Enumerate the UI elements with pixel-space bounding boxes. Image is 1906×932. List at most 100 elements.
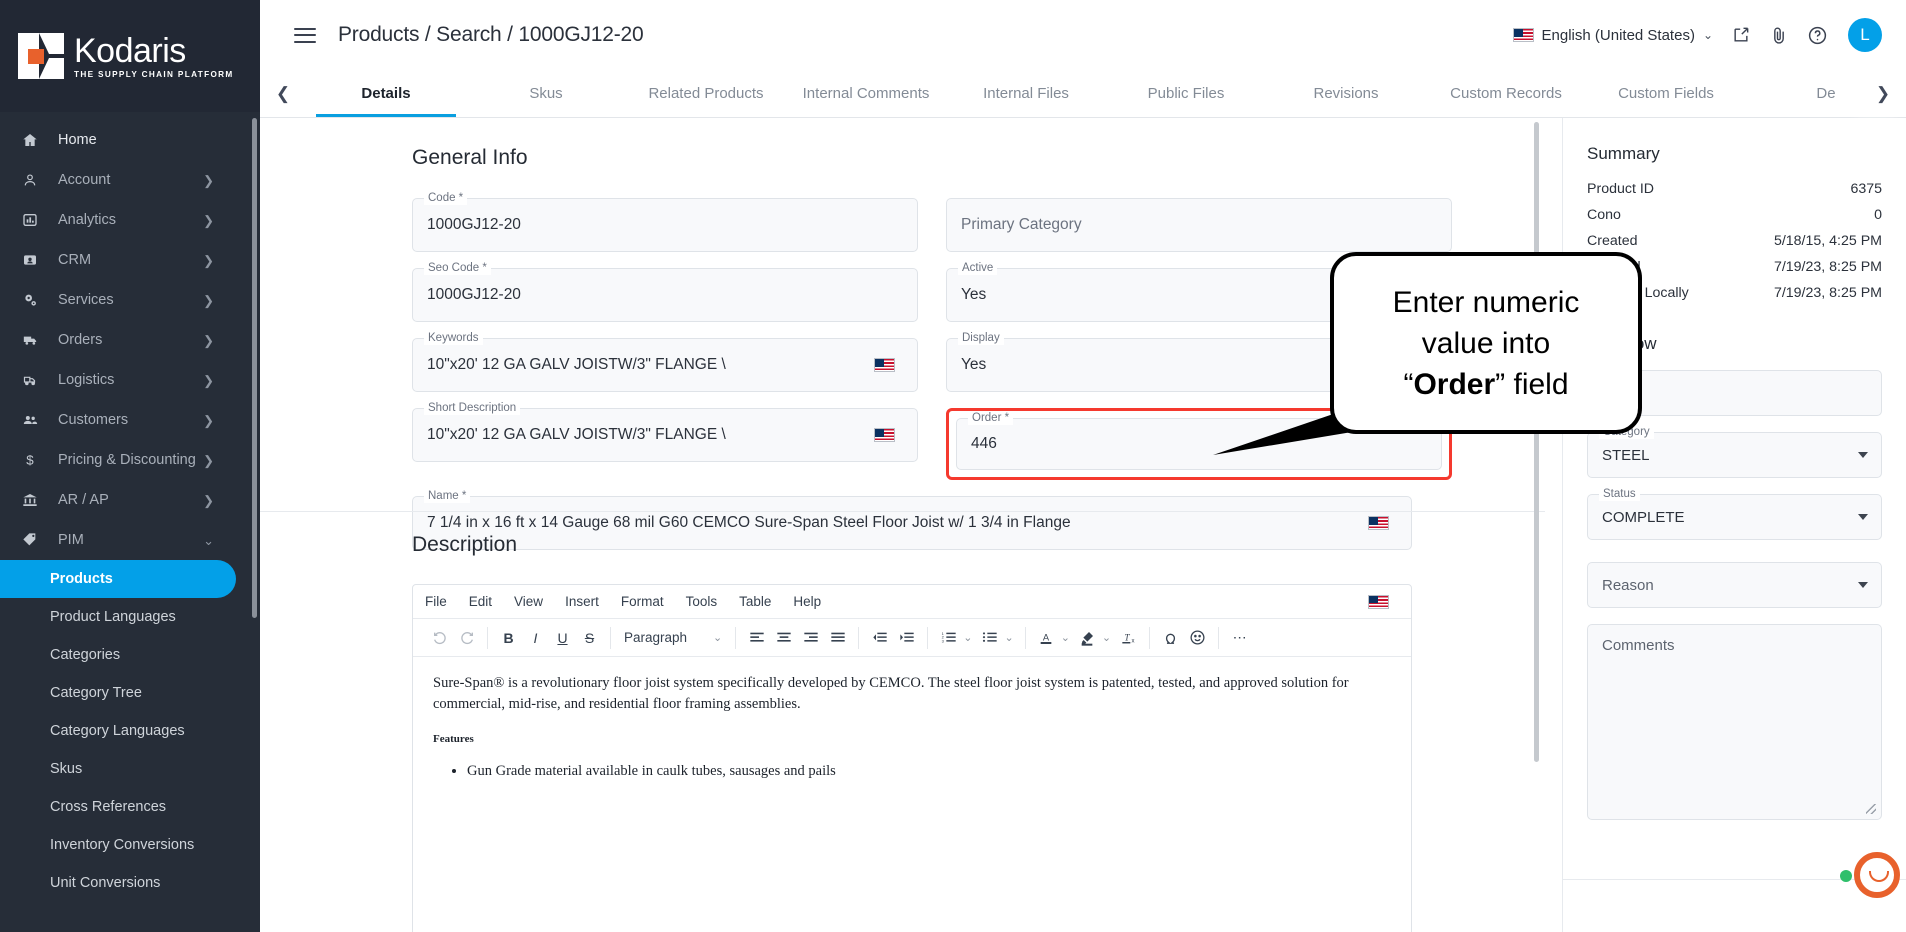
tab-custom-fields[interactable]: Custom Fields [1586, 70, 1746, 117]
chat-support-icon[interactable] [1854, 852, 1900, 898]
sidebar-item-skus[interactable]: Skus [0, 750, 236, 788]
workflow-blank-field[interactable] [1587, 370, 1882, 416]
primary-category-field[interactable]: Primary Category [946, 198, 1452, 252]
tab-skus[interactable]: Skus [466, 70, 626, 117]
underline-icon[interactable]: U [549, 626, 576, 650]
sidebar-item-home[interactable]: Home [0, 120, 236, 160]
tab-internal-comments[interactable]: Internal Comments [786, 70, 946, 117]
us-flag-icon[interactable] [1368, 594, 1389, 609]
decrease-indent-icon[interactable] [866, 626, 893, 650]
paragraph-style-select[interactable]: Paragraph ⌄ [618, 630, 728, 645]
seo-code-field[interactable]: Seo Code * 1000GJ12-20 [412, 261, 918, 322]
sidebar-scrollbar[interactable] [252, 118, 257, 618]
contact-card-icon [22, 252, 44, 268]
code-field[interactable]: Code * 1000GJ12-20 [412, 191, 918, 252]
name-value: 7 1/4 in x 16 ft x 14 Gauge 68 mil G60 C… [427, 514, 1071, 531]
editor-menu-view[interactable]: View [514, 594, 543, 609]
attachment-icon[interactable] [1769, 25, 1789, 45]
summary-value: 7/19/23, 8:25 PM [1773, 259, 1882, 275]
tab-details[interactable]: Details [306, 70, 466, 117]
undo-icon[interactable] [426, 626, 453, 650]
sidebar-item-analytics[interactable]: Analytics ❯ [0, 200, 236, 240]
tabs-scroll-left-button[interactable]: ❮ [260, 70, 306, 117]
tab-public-files[interactable]: Public Files [1106, 70, 1266, 117]
chevron-down-icon[interactable]: ⌄ [1102, 631, 1111, 644]
sidebar-item-inventory-conversions[interactable]: Inventory Conversions [0, 826, 236, 864]
sidebar-item-pim[interactable]: PIM ⌄ [0, 520, 236, 560]
highlight-color-icon[interactable] [1074, 626, 1101, 650]
sidebar-item-category-tree[interactable]: Category Tree [0, 674, 236, 712]
clear-formatting-icon[interactable]: Tx [1115, 626, 1142, 650]
comments-textarea[interactable]: Comments [1587, 624, 1882, 820]
keywords-field[interactable]: Keywords 10"x20' 12 GA GALV JOISTW/3" FL… [412, 331, 918, 392]
editor-menu-insert[interactable]: Insert [565, 594, 599, 609]
tab-internal-files[interactable]: Internal Files [946, 70, 1106, 117]
description-editor[interactable]: File Edit View Insert Format Tools Table… [412, 584, 1412, 932]
sidebar-item-pricing-discounting[interactable]: $ Pricing & Discounting ❯ [0, 440, 236, 480]
redo-icon[interactable] [453, 626, 480, 650]
main-scrollbar[interactable] [1534, 122, 1539, 762]
sidebar-item-logistics[interactable]: Logistics ❯ [0, 360, 236, 400]
order-field[interactable]: Order * 446 [956, 411, 1442, 470]
display-field[interactable]: Display Yes [946, 331, 1452, 392]
chevron-down-icon[interactable]: ⌄ [963, 631, 972, 644]
editor-menu-file[interactable]: File [425, 594, 447, 609]
sidebar-item-unit-conversions[interactable]: Unit Conversions [0, 864, 236, 902]
short-description-field[interactable]: Short Description 10"x20' 12 GA GALV JOI… [412, 401, 918, 462]
sidebar-item-services[interactable]: Services ❯ [0, 280, 236, 320]
sidebar-item-category-languages[interactable]: Category Languages [0, 712, 236, 750]
us-flag-icon[interactable] [1368, 516, 1389, 530]
active-field[interactable]: Active Yes [946, 261, 1452, 322]
strikethrough-icon[interactable]: S [576, 626, 603, 650]
language-selector[interactable]: English (United States) ⌄ [1512, 27, 1713, 44]
more-options-icon[interactable]: ⋯ [1226, 626, 1253, 650]
editor-menu-edit[interactable]: Edit [469, 594, 492, 609]
editor-menu-table[interactable]: Table [739, 594, 771, 609]
tabs-scroll-right-button[interactable]: ❯ [1860, 70, 1906, 117]
editor-menu-format[interactable]: Format [621, 594, 664, 609]
sidebar-item-crm[interactable]: CRM ❯ [0, 240, 236, 280]
align-right-icon[interactable] [797, 626, 824, 650]
sidebar-item-categories[interactable]: Categories [0, 636, 236, 674]
editor-content[interactable]: Sure-Span® is a revolutionary floor jois… [413, 657, 1411, 798]
list-item: Gun Grade material available in caulk tu… [467, 761, 1391, 782]
tab-custom-records[interactable]: Custom Records [1426, 70, 1586, 117]
align-left-icon[interactable] [743, 626, 770, 650]
bold-icon[interactable]: B [495, 626, 522, 650]
sidebar-item-ar-ap[interactable]: AR / AP ❯ [0, 480, 236, 520]
reason-select[interactable]: Reason [1587, 562, 1882, 608]
sidebar-item-cross-references[interactable]: Cross References [0, 788, 236, 826]
tab-related-products[interactable]: Related Products [626, 70, 786, 117]
sidebar-item-product-languages[interactable]: Product Languages [0, 598, 236, 636]
chevron-down-icon[interactable]: ⌄ [1061, 631, 1070, 644]
emoji-icon[interactable] [1184, 626, 1211, 650]
tab-de[interactable]: De [1746, 70, 1860, 117]
brand-logo[interactable]: Kodaris THE SUPPLY CHAIN PLATFORM [0, 0, 260, 112]
sidebar-item-customers[interactable]: Customers ❯ [0, 400, 236, 440]
numbered-list-icon[interactable]: 123 [935, 626, 962, 650]
text-color-icon[interactable]: A [1033, 626, 1060, 650]
resize-handle-icon[interactable] [1866, 804, 1876, 814]
us-flag-icon[interactable] [874, 358, 895, 372]
sidebar-item-orders[interactable]: Orders ❯ [0, 320, 236, 360]
align-justify-icon[interactable] [824, 626, 851, 650]
sidebar-item-account[interactable]: Account ❯ [0, 160, 236, 200]
bullet-list-icon[interactable] [976, 626, 1003, 650]
help-icon[interactable] [1807, 25, 1828, 46]
name-field[interactable]: Name * 7 1/4 in x 16 ft x 14 Gauge 68 mi… [412, 489, 1412, 550]
status-select[interactable]: Status COMPLETE [1587, 487, 1882, 540]
italic-icon[interactable]: I [522, 626, 549, 650]
menu-toggle-icon[interactable] [294, 23, 316, 47]
us-flag-icon[interactable] [874, 428, 895, 442]
align-center-icon[interactable] [770, 626, 797, 650]
chevron-down-icon[interactable]: ⌄ [1004, 631, 1013, 644]
editor-menu-help[interactable]: Help [793, 594, 821, 609]
editor-menu-tools[interactable]: Tools [686, 594, 718, 609]
special-character-icon[interactable] [1157, 626, 1184, 650]
increase-indent-icon[interactable] [893, 626, 920, 650]
category-select[interactable]: Category STEEL [1587, 425, 1882, 478]
tab-revisions[interactable]: Revisions [1266, 70, 1426, 117]
avatar[interactable]: L [1848, 18, 1882, 52]
sidebar-item-products[interactable]: Products [0, 560, 236, 598]
open-external-icon[interactable] [1731, 25, 1751, 45]
